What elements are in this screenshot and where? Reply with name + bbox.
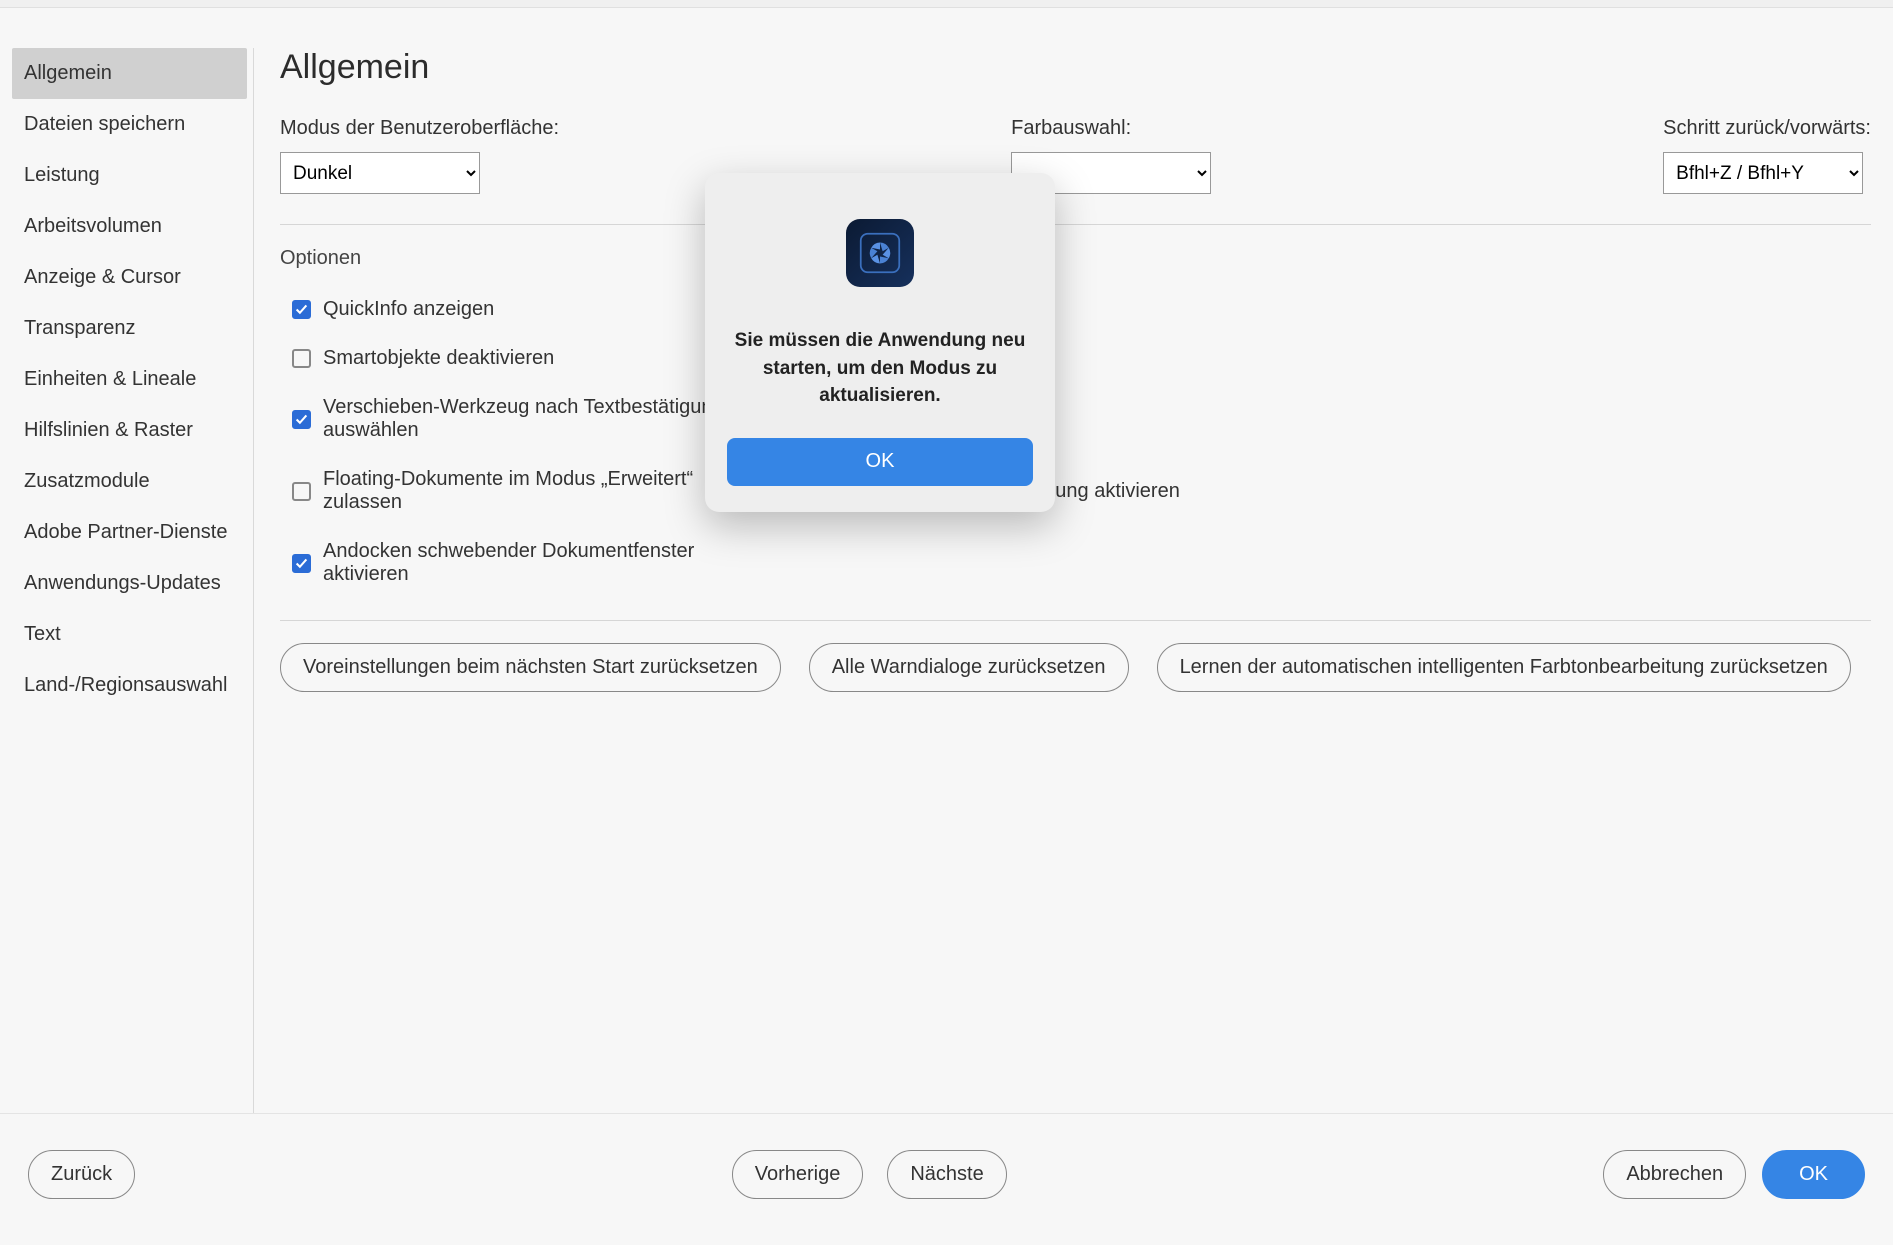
option-label: Smartobjekte deaktivieren — [323, 347, 554, 370]
ui-mode-select[interactable]: Dunkel — [280, 152, 480, 194]
reset-prefs-button[interactable]: Voreinstellungen beim nächsten Start zur… — [280, 643, 781, 692]
window-body: Allgemein Dateien speichern Leistung Arb… — [0, 8, 1893, 1113]
sidebar-item-transparenz[interactable]: Transparenz — [12, 303, 247, 354]
dialog-message: Sie müssen die Anwendung neu starten, um… — [727, 327, 1033, 410]
sidebar-divider — [253, 48, 254, 1113]
previous-button[interactable]: Vorherige — [732, 1150, 864, 1199]
sidebar-item-anwendungs-updates[interactable]: Anwendungs-Updates — [12, 558, 247, 609]
top-selects-row: Modus der Benutzeroberfläche: Dunkel Far… — [280, 117, 1871, 194]
section-divider-2 — [280, 620, 1871, 621]
reset-warnings-button[interactable]: Alle Warndialoge zurücksetzen — [809, 643, 1129, 692]
cancel-button[interactable]: Abbrechen — [1603, 1150, 1746, 1199]
section-divider-1 — [280, 224, 1871, 225]
sidebar-item-adobe-partner-dienste[interactable]: Adobe Partner-Dienste — [12, 507, 247, 558]
page-title: Allgemein — [280, 48, 1871, 87]
undo-redo-field: Schritt zurück/vorwärts: Bfhl+Z / Bfhl+Y — [1663, 117, 1871, 194]
option-floating-dokumente[interactable]: Floating-Dokumente im Modus „Erweitert“ … — [292, 468, 772, 514]
sidebar-item-text[interactable]: Text — [12, 609, 247, 660]
reset-buttons-row: Voreinstellungen beim nächsten Start zur… — [280, 643, 1871, 692]
preferences-main: Allgemein Modus der Benutzeroberfläche: … — [272, 48, 1881, 1113]
reset-smarttone-button[interactable]: Lernen der automatischen intelligenten F… — [1157, 643, 1851, 692]
options-grid: QuickInfo anzeigen Werkzeug Smartobjekte… — [280, 298, 1871, 586]
footer-right: Abbrechen OK — [1603, 1150, 1865, 1199]
preferences-sidebar: Allgemein Dateien speichern Leistung Arb… — [12, 48, 247, 1113]
sidebar-item-allgemein[interactable]: Allgemein — [12, 48, 247, 99]
sidebar-item-arbeitsvolumen[interactable]: Arbeitsvolumen — [12, 201, 247, 252]
ui-mode-label: Modus der Benutzeroberfläche: — [280, 117, 559, 140]
window-titlebar — [0, 0, 1893, 8]
checkbox-icon — [292, 300, 311, 319]
sidebar-item-einheiten-lineale[interactable]: Einheiten & Lineale — [12, 354, 247, 405]
sidebar-item-dateien-speichern[interactable]: Dateien speichern — [12, 99, 247, 150]
option-label: Andocken schwebender Dokumentfenster akt… — [323, 540, 772, 586]
next-button[interactable]: Nächste — [887, 1150, 1006, 1199]
checkbox-icon — [292, 410, 311, 429]
checkbox-icon — [292, 482, 311, 501]
option-quickinfo[interactable]: QuickInfo anzeigen — [292, 298, 772, 321]
checkbox-icon — [292, 349, 311, 368]
app-icon — [846, 219, 914, 287]
sidebar-item-leistung[interactable]: Leistung — [12, 150, 247, 201]
undo-redo-select[interactable]: Bfhl+Z / Bfhl+Y — [1663, 152, 1863, 194]
dialog-ok-button[interactable]: OK — [727, 438, 1033, 486]
footer-center: Vorherige Nächste — [732, 1150, 1007, 1199]
ui-mode-field: Modus der Benutzeroberfläche: Dunkel — [280, 117, 559, 194]
option-smartobjekte[interactable]: Smartobjekte deaktivieren — [292, 347, 772, 370]
footer: Zurück Vorherige Nächste Abbrechen OK — [0, 1113, 1893, 1245]
sidebar-item-hilfslinien-raster[interactable]: Hilfslinien & Raster — [12, 405, 247, 456]
sidebar-item-zusatzmodule[interactable]: Zusatzmodule — [12, 456, 247, 507]
back-button[interactable]: Zurück — [28, 1150, 135, 1199]
option-andocken[interactable]: Andocken schwebender Dokumentfenster akt… — [292, 540, 772, 586]
color-picker-label: Farbauswahl: — [1011, 117, 1211, 140]
ok-button[interactable]: OK — [1762, 1150, 1865, 1199]
option-verschieben-werkzeug[interactable]: Verschieben-Werkzeug nach Textbestätigun… — [292, 396, 772, 442]
checkbox-icon — [292, 554, 311, 573]
sidebar-item-anzeige-cursor[interactable]: Anzeige & Cursor — [12, 252, 247, 303]
restart-required-dialog: Sie müssen die Anwendung neu starten, um… — [705, 173, 1055, 512]
options-section-label: Optionen — [280, 247, 1871, 270]
sidebar-item-land-regionsauswahl[interactable]: Land-/Regionsauswahl — [12, 660, 247, 711]
preferences-window: Allgemein Dateien speichern Leistung Arb… — [0, 0, 1893, 1245]
option-label: QuickInfo anzeigen — [323, 298, 494, 321]
aperture-icon — [859, 232, 901, 274]
undo-redo-label: Schritt zurück/vorwärts: — [1663, 117, 1871, 140]
